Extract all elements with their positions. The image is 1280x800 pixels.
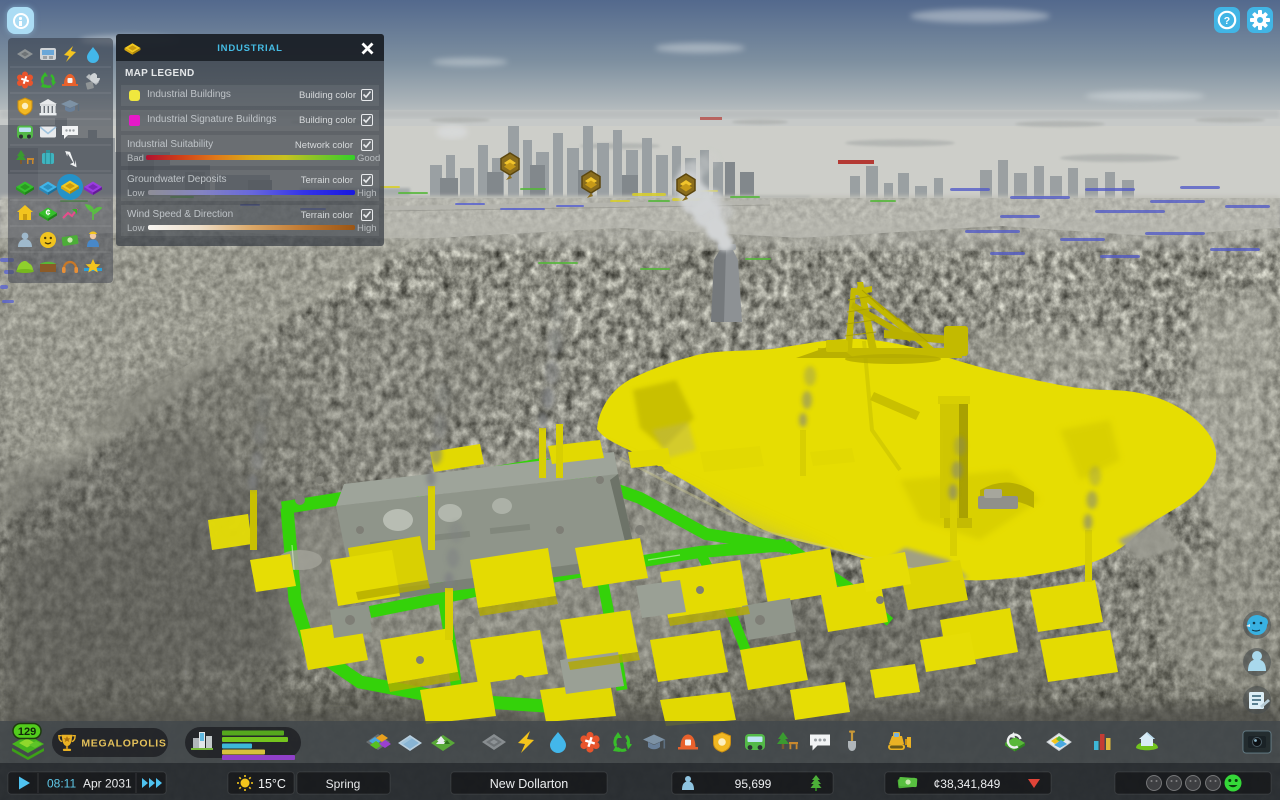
svg-text:08:11: 08:11 <box>47 777 76 791</box>
svg-text:¢: ¢ <box>45 208 50 218</box>
svg-text:New Dollarton: New Dollarton <box>490 777 569 791</box>
svg-text:MEGALOPOLIS: MEGALOPOLIS <box>81 738 166 750</box>
svg-text:95,699: 95,699 <box>735 777 772 791</box>
svg-text:15°C: 15°C <box>258 777 286 791</box>
svg-text:?: ? <box>1224 15 1230 27</box>
svg-text:¢38,341,849: ¢38,341,849 <box>934 777 1001 791</box>
svg-text:Apr 2031: Apr 2031 <box>83 777 132 791</box>
svg-text:Spring: Spring <box>326 777 361 791</box>
svg-text:129: 129 <box>18 726 36 738</box>
